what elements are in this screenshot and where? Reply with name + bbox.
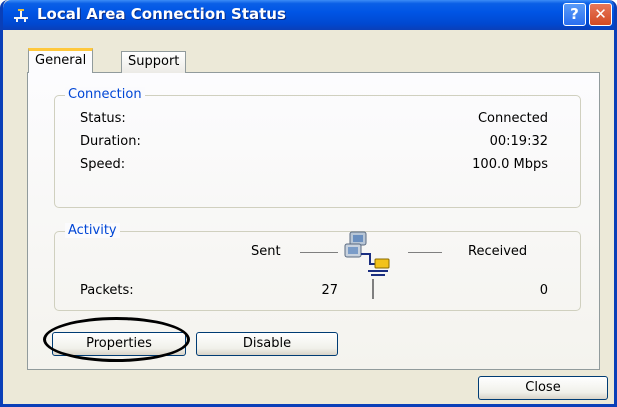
network-connection-icon xyxy=(14,9,28,22)
packets-sent-value: 27 xyxy=(321,283,338,298)
packets-divider xyxy=(372,279,374,299)
packets-received-value: 0 xyxy=(539,283,548,298)
help-icon: ? xyxy=(570,5,579,23)
sent-label: Sent xyxy=(251,244,281,259)
received-label: Received xyxy=(468,244,528,259)
received-divider xyxy=(408,252,442,253)
properties-highlight-ellipse xyxy=(43,317,190,362)
close-button[interactable]: Close xyxy=(478,376,608,400)
speed-value: 100.0 Mbps xyxy=(472,157,548,172)
close-icon: ✕ xyxy=(594,5,607,23)
title-bar[interactable]: Local Area Connection Status ? ✕ xyxy=(3,0,614,30)
activity-groupbox xyxy=(54,231,581,311)
network-activity-icon xyxy=(344,231,390,276)
packets-label: Packets: xyxy=(80,283,134,298)
tab-general[interactable]: General xyxy=(28,48,94,73)
duration-value: 00:19:32 xyxy=(489,134,548,149)
sent-divider xyxy=(300,252,338,253)
connection-legend: Connection xyxy=(65,87,145,102)
window-close-button[interactable]: ✕ xyxy=(589,3,612,26)
status-value: Connected xyxy=(477,111,548,126)
help-button[interactable]: ? xyxy=(563,3,586,26)
duration-label: Duration: xyxy=(80,134,141,149)
dialog-window: Local Area Connection Status ? ✕ General… xyxy=(0,0,617,407)
speed-label: Speed: xyxy=(80,157,126,172)
window-title: Local Area Connection Status xyxy=(37,5,286,23)
tab-support[interactable]: Support xyxy=(121,51,187,73)
activity-legend: Activity xyxy=(65,223,120,238)
disable-button[interactable]: Disable xyxy=(196,332,338,356)
status-label: Status: xyxy=(80,111,126,126)
